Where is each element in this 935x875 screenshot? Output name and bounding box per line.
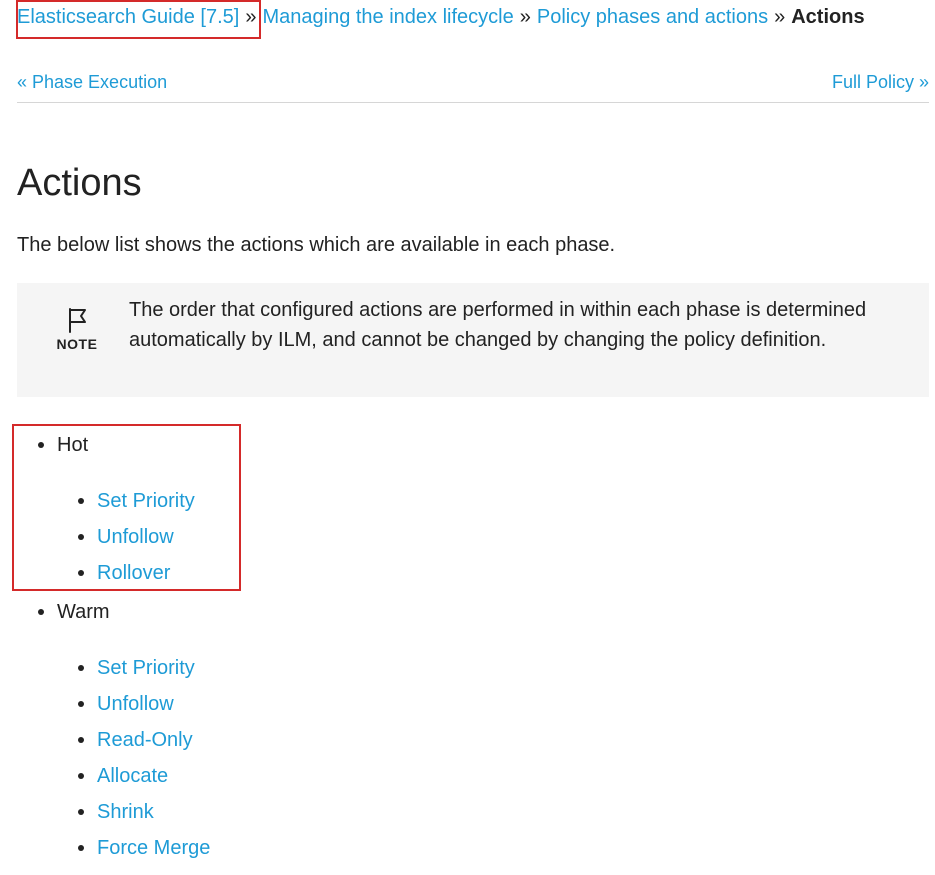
page-title: Actions xyxy=(17,162,142,204)
divider xyxy=(17,102,929,103)
breadcrumb-link-index-lifecycle[interactable]: Managing the index lifecycle xyxy=(262,6,513,28)
action-link-set-priority[interactable]: Set Priority xyxy=(97,486,195,516)
action-link-allocate[interactable]: Allocate xyxy=(97,761,168,791)
action-link-unfollow[interactable]: Unfollow xyxy=(97,522,174,552)
action-link-set-priority[interactable]: Set Priority xyxy=(97,653,195,683)
list-item-phase-warm: Warm Set Priority Unfollow Read-Only All… xyxy=(17,597,417,867)
next-page-link[interactable]: Full Policy » xyxy=(832,70,929,94)
intro-paragraph: The below list shows the actions which a… xyxy=(17,234,616,256)
action-link-unfollow[interactable]: Unfollow xyxy=(97,689,174,719)
action-link-read-only[interactable]: Read-Only xyxy=(97,725,193,755)
breadcrumb-separator: » xyxy=(519,6,531,28)
bullet xyxy=(78,845,84,851)
bullet xyxy=(78,737,84,743)
bullet xyxy=(78,809,84,815)
prev-page-link[interactable]: « Phase Execution xyxy=(17,70,167,94)
breadcrumb-current: Actions xyxy=(791,6,865,28)
breadcrumb-link-policy-phases[interactable]: Policy phases and actions xyxy=(537,6,768,28)
note-icon-block: NOTE xyxy=(55,307,99,352)
flag-icon xyxy=(55,307,99,333)
breadcrumb: Elasticsearch Guide [7.5]» Managing the i… xyxy=(17,4,865,30)
bullet xyxy=(78,570,84,576)
phase-label: Hot xyxy=(57,434,89,456)
note-box: NOTE The order that configured actions a… xyxy=(17,283,929,397)
prev-next-nav: « Phase Execution Full Policy » xyxy=(17,70,929,96)
phase-label: Warm xyxy=(57,601,110,623)
breadcrumb-separator: » xyxy=(245,6,257,28)
breadcrumb-separator: » xyxy=(774,6,786,28)
action-link-force-merge[interactable]: Force Merge xyxy=(97,833,210,863)
bullet xyxy=(78,773,84,779)
list-item-phase-hot: Hot Set Priority Unfollow Rollover xyxy=(17,430,417,600)
bullet xyxy=(78,665,84,671)
action-link-shrink[interactable]: Shrink xyxy=(97,797,154,827)
action-link-rollover[interactable]: Rollover xyxy=(97,558,170,588)
note-label: NOTE xyxy=(56,336,98,352)
bullet xyxy=(78,701,84,707)
bullet xyxy=(78,498,84,504)
note-text: The order that configured actions are pe… xyxy=(129,299,867,351)
bullet xyxy=(78,534,84,540)
bullet xyxy=(38,442,44,448)
breadcrumb-link-guide[interactable]: Elasticsearch Guide [7.5] xyxy=(17,6,239,28)
bullet xyxy=(38,609,44,615)
